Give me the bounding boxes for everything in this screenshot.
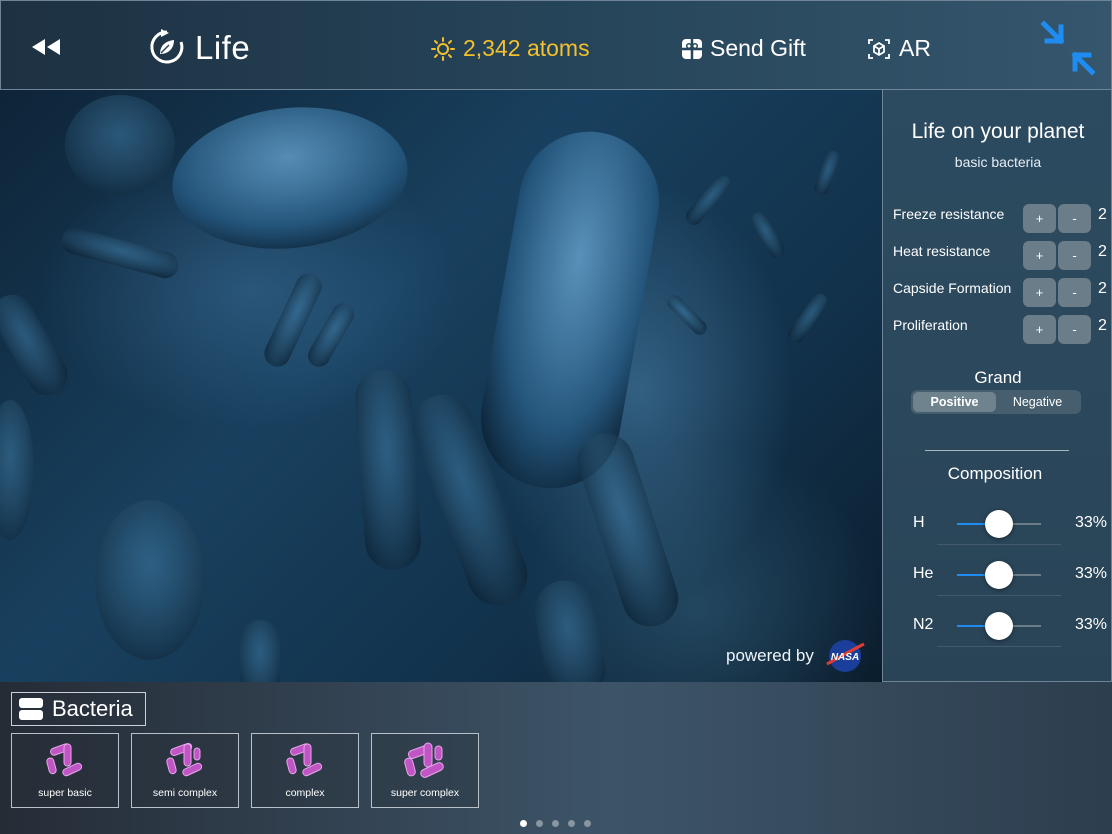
grand-positive-option[interactable]: Positive [913, 392, 996, 412]
collapse-arrows-icon[interactable] [1039, 19, 1097, 77]
trait-label: Heat resistance [893, 243, 991, 259]
ar-cube-icon [868, 38, 890, 59]
bacteria-viewer[interactable]: powered by NASA [0, 90, 882, 682]
trait-value: 2 [1098, 280, 1107, 297]
h-slider[interactable] [957, 510, 1041, 538]
capside-plus-button[interactable]: + [1023, 278, 1056, 307]
heat-minus-button[interactable]: - [1058, 241, 1091, 270]
slider-thumb[interactable] [985, 612, 1013, 640]
page-dot[interactable] [568, 820, 575, 827]
trait-freeze-resistance: Freeze resistance + - 2 [893, 200, 1109, 233]
bacteria-icon [404, 742, 444, 778]
card-super-basic[interactable]: super basic [11, 733, 119, 808]
card-label: super complex [390, 787, 460, 799]
composition-n2-row: N2 33% [893, 606, 1109, 647]
trait-label: Freeze resistance [893, 206, 1005, 222]
organism-picker: Bacteria super basic semi complex comple… [0, 682, 1112, 834]
row-separator [937, 595, 1061, 596]
composition-name: N2 [913, 616, 934, 633]
card-label: semi complex [152, 787, 218, 799]
he-slider[interactable] [957, 561, 1041, 589]
composition-label: Composition [947, 464, 1043, 483]
trait-label: Proliferation [893, 317, 968, 333]
composition-he-row: He 33% [893, 555, 1109, 596]
slider-thumb[interactable] [985, 510, 1013, 538]
card-complex[interactable]: complex [251, 733, 359, 808]
category-label: Bacteria [52, 696, 133, 721]
proliferation-plus-button[interactable]: + [1023, 315, 1056, 344]
app-title: Life [195, 29, 251, 66]
card-super-complex[interactable]: super complex [371, 733, 479, 808]
trait-proliferation: Proliferation + - 2 [893, 311, 1109, 344]
row-separator [937, 646, 1061, 647]
top-bar: Life 2,342 atoms Send Gift AR [0, 0, 1112, 90]
page-dot[interactable] [584, 820, 591, 827]
trait-value: 2 [1098, 317, 1107, 334]
send-gift-label: Send Gift [710, 35, 806, 61]
composition-h-row: H 33% [893, 504, 1109, 545]
atoms-label: 2,342 atoms [463, 35, 590, 61]
card-semi-complex[interactable]: semi complex [131, 733, 239, 808]
refresh-leaf-icon [150, 29, 184, 64]
row-separator [937, 544, 1061, 545]
trait-value: 2 [1098, 243, 1107, 260]
grand-label: Grand [974, 368, 1022, 387]
gift-icon [682, 38, 702, 59]
heat-plus-button[interactable]: + [1023, 241, 1056, 270]
bacteria-icon [46, 743, 83, 777]
page-dot[interactable] [552, 820, 559, 827]
atoms-counter: 2,342 atoms [431, 35, 590, 62]
grand-negative-option[interactable]: Negative [996, 392, 1079, 412]
trait-heat-resistance: Heat resistance + - 2 [893, 237, 1109, 270]
page-dot[interactable] [520, 820, 527, 827]
grand-segmented-control: Positive Negative [911, 390, 1081, 414]
life-settings-panel: Life on your planet basic bacteria Freez… [882, 90, 1112, 682]
svg-text:NASA: NASA [831, 652, 859, 663]
trait-capside-formation: Capside Formation + - 2 [893, 274, 1109, 307]
panel-subtitle: basic bacteria [954, 154, 1042, 170]
ar-button[interactable]: AR [867, 35, 931, 62]
sun-icon [431, 36, 455, 61]
composition-value: 33% [1075, 514, 1108, 531]
rewind-button[interactable] [29, 35, 63, 59]
trait-label: Capside Formation [893, 280, 1012, 296]
bacteria-icon [286, 743, 323, 777]
slider-thumb[interactable] [985, 561, 1013, 589]
capside-minus-button[interactable]: - [1058, 278, 1091, 307]
category-header[interactable]: Bacteria [11, 692, 146, 726]
proliferation-minus-button[interactable]: - [1058, 315, 1091, 344]
powered-by-label: powered by [726, 646, 814, 665]
card-label: super basic [38, 787, 92, 799]
rewind-icon [32, 39, 60, 55]
powered-by: powered by NASA [726, 638, 866, 674]
freeze-minus-button[interactable]: - [1058, 204, 1091, 233]
page-dot[interactable] [536, 820, 543, 827]
bacteria-image [0, 95, 840, 682]
trait-value: 2 [1098, 206, 1107, 223]
ar-label: AR [899, 35, 931, 61]
composition-value: 33% [1075, 616, 1108, 633]
nasa-logo: NASA [826, 640, 865, 672]
panel-title: Life on your planet [911, 120, 1085, 143]
n2-slider[interactable] [957, 612, 1041, 640]
composition-value: 33% [1075, 565, 1108, 582]
composition-name: He [913, 565, 934, 582]
page-indicator [520, 820, 600, 827]
divider [925, 450, 1069, 451]
bacteria-icon [166, 742, 203, 777]
freeze-plus-button[interactable]: + [1023, 204, 1056, 233]
category-icon [19, 698, 43, 720]
composition-name: H [913, 514, 925, 531]
card-label: complex [285, 787, 325, 799]
send-gift-button[interactable]: Send Gift [681, 35, 806, 62]
